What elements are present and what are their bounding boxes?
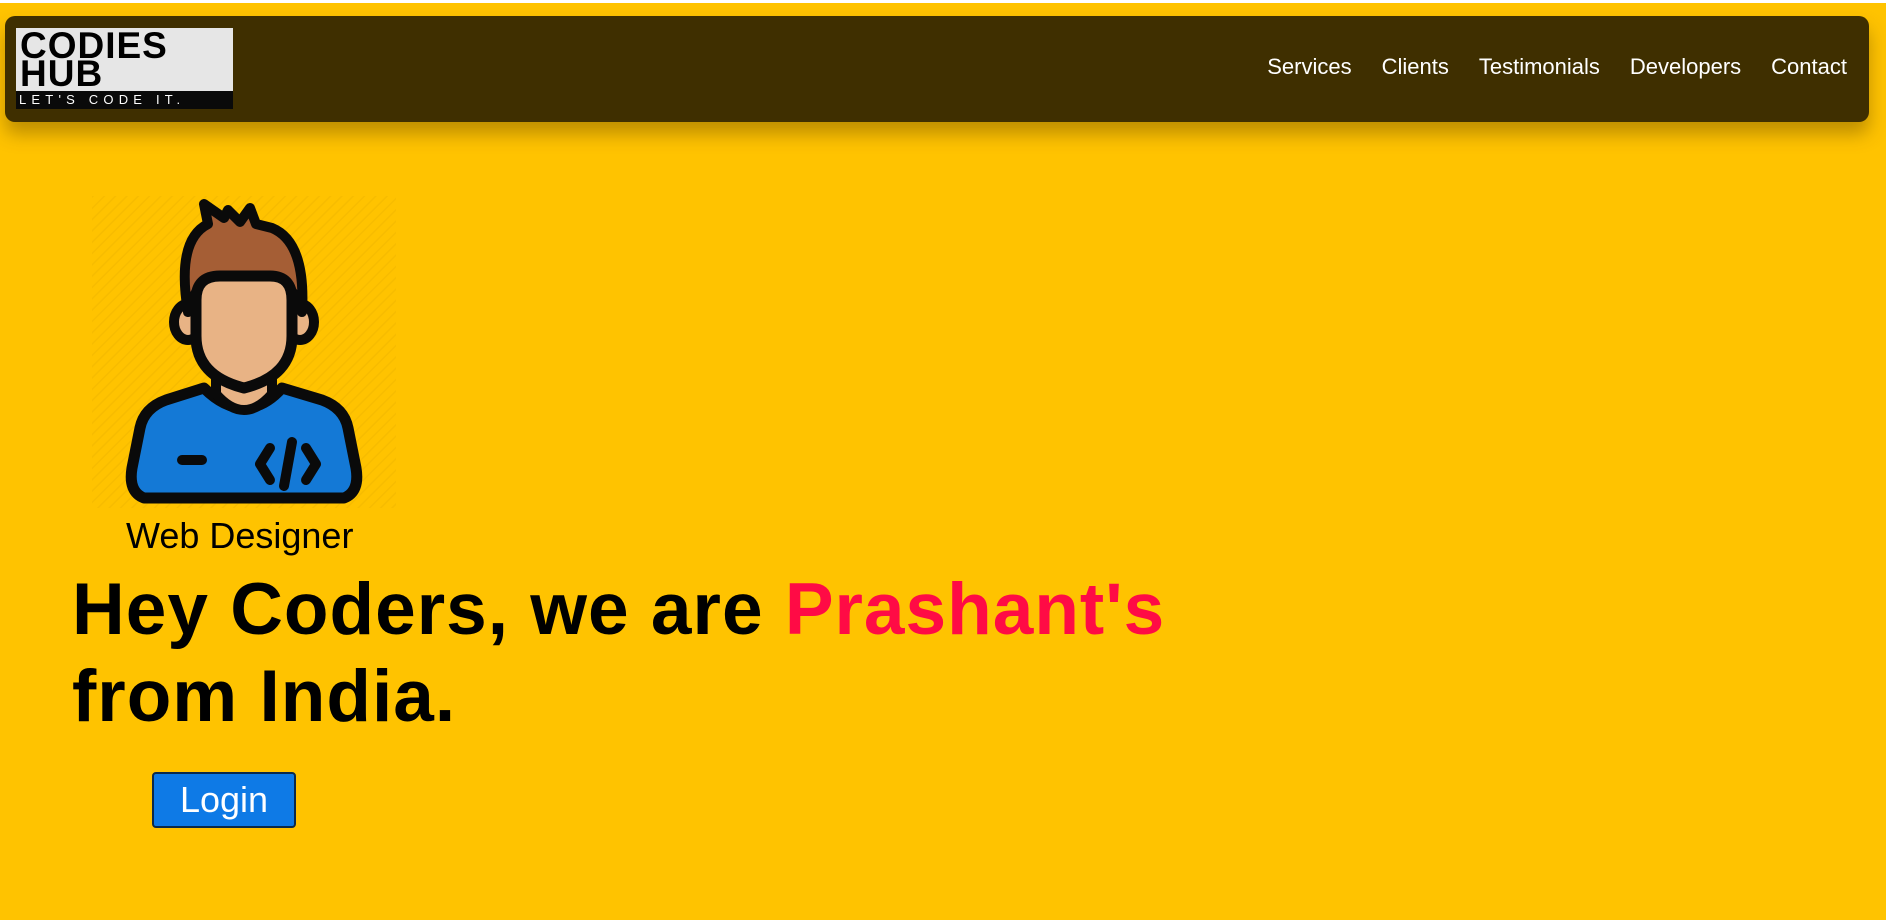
- nav-link-developers[interactable]: Developers: [1630, 54, 1741, 80]
- developer-avatar-icon: [92, 196, 396, 513]
- logo-tagline: LET'S CODE IT.: [16, 91, 233, 109]
- navbar: CODIES HUB LET'S CODE IT. Services Clien…: [5, 16, 1869, 122]
- headline-highlight-name: Prashant's: [784, 569, 1166, 650]
- logo-text-hub: HUB: [20, 53, 104, 94]
- role-label: Web Designer: [126, 515, 354, 556]
- headline-suffix: from India.: [72, 656, 457, 737]
- nav-link-testimonials[interactable]: Testimonials: [1479, 54, 1600, 80]
- headline-prefix: Hey Coders, we are: [72, 569, 785, 650]
- login-button[interactable]: Login: [152, 772, 296, 828]
- logo[interactable]: CODIES HUB LET'S CODE IT.: [16, 28, 233, 109]
- nav-link-services[interactable]: Services: [1267, 54, 1351, 80]
- nav-menu: Services Clients Testimonials Developers…: [1267, 54, 1847, 80]
- page: CODIES HUB LET'S CODE IT. Services Clien…: [0, 0, 1886, 920]
- nav-link-clients[interactable]: Clients: [1382, 54, 1449, 80]
- nav-link-contact[interactable]: Contact: [1771, 54, 1847, 80]
- hero-headline: Hey Coders, we are Prashant's from India…: [72, 566, 1272, 740]
